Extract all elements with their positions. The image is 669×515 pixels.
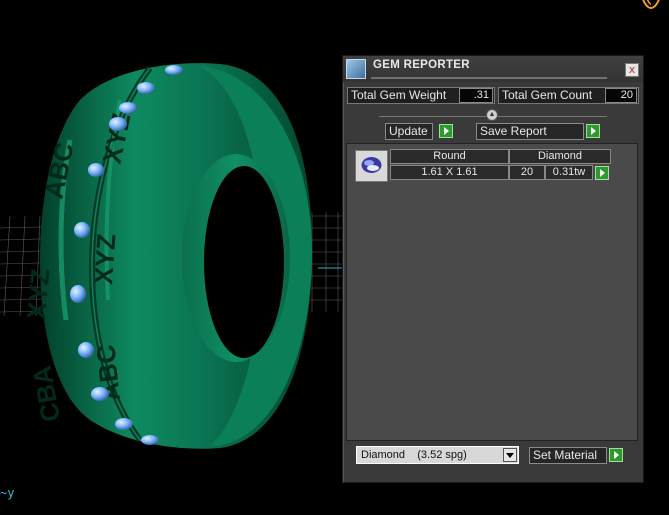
save-report-go-icon[interactable] [586,124,600,138]
gem-row-go-icon[interactable] [595,166,609,180]
app-logo-icon [642,0,660,10]
shape-header: Round [390,149,509,164]
update-go-icon[interactable] [439,124,453,138]
material-header: Diamond [509,149,611,164]
material-bar: Diamond (3.52 spg) Set Material [346,442,638,478]
svg-text:XYZ: XYZ [21,267,55,320]
total-weight-value: .31 [459,88,493,103]
total-count-value: 20 [605,88,637,103]
panel-titlebar[interactable]: GEM REPORTER x [343,56,643,82]
set-material-button[interactable]: Set Material [529,447,607,464]
gem-reporter-panel: GEM REPORTER x Total Gem Weight .31 Tota… [342,55,644,483]
svg-text:XYZ: XYZ [88,233,121,286]
gem-weight-cell: 0.31tw [545,165,593,180]
close-button[interactable]: x [625,63,639,77]
panel-title: GEM REPORTER [373,59,470,71]
total-weight-label: Total Gem Weight [351,88,447,102]
gem-count-cell: 20 [509,165,545,180]
gem-thumbnail[interactable] [355,150,388,182]
dropdown-arrow-icon[interactable] [503,448,517,462]
total-count-label: Total Gem Count [502,88,593,102]
update-button[interactable]: Update [385,123,433,140]
round-diamond-icon [356,151,387,181]
save-report-button[interactable]: Save Report [476,123,584,140]
ring-model: ABC XYZ XYZ XYZ ABC CBA [21,63,312,449]
slider-knob[interactable]: ▲ [486,109,498,121]
gem-reporter-icon [346,59,366,79]
set-material-go-icon[interactable] [609,448,623,462]
material-select-value: Diamond (3.52 spg) [361,449,467,461]
material-select[interactable]: Diamond (3.52 spg) [356,446,519,464]
axis-indicator: ~y [0,486,15,500]
gem-size-cell: 1.61 X 1.61 [390,165,509,180]
gem-list[interactable]: Round Diamond 1.61 X 1.61 20 0.31tw [346,143,638,441]
title-divider [371,77,607,79]
